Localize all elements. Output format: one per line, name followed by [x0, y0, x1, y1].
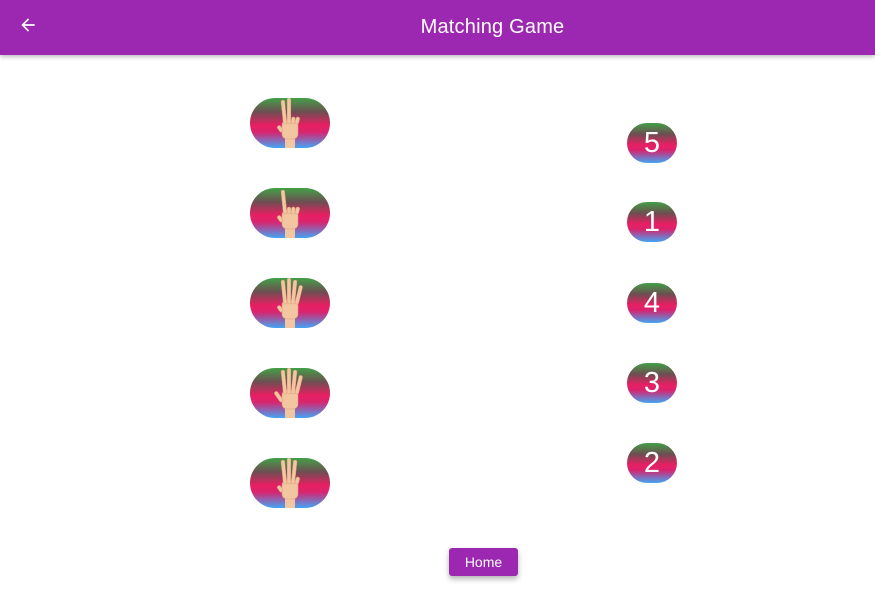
number-card-label: 2 [643, 446, 661, 479]
hand-card[interactable] [250, 458, 330, 508]
hand-card[interactable] [250, 278, 330, 328]
number-card[interactable]: 5 [627, 123, 677, 163]
number-card[interactable]: 4 [627, 283, 677, 323]
hand-one-finger-icon [277, 189, 300, 238]
hand-four-fingers-icon [277, 278, 303, 328]
number-card-label: 4 [643, 286, 661, 319]
number-card-label: 1 [643, 205, 661, 238]
hand-two-fingers-icon [277, 98, 300, 148]
number-card-label: 3 [643, 366, 661, 399]
page-title: Matching Game [420, 16, 565, 38]
number-card[interactable]: 2 [627, 443, 677, 483]
hand-five-fingers-icon [274, 368, 303, 418]
hand-three-fingers-icon [277, 458, 300, 508]
number-card-label: 5 [643, 126, 661, 159]
hand-card[interactable] [250, 188, 330, 238]
home-button[interactable]: Home [449, 548, 518, 576]
app-bar: Matching Game [0, 0, 875, 55]
hand-card[interactable] [250, 98, 330, 148]
number-card[interactable]: 1 [627, 202, 677, 242]
number-card[interactable]: 3 [627, 363, 677, 403]
hand-card[interactable] [250, 368, 330, 418]
